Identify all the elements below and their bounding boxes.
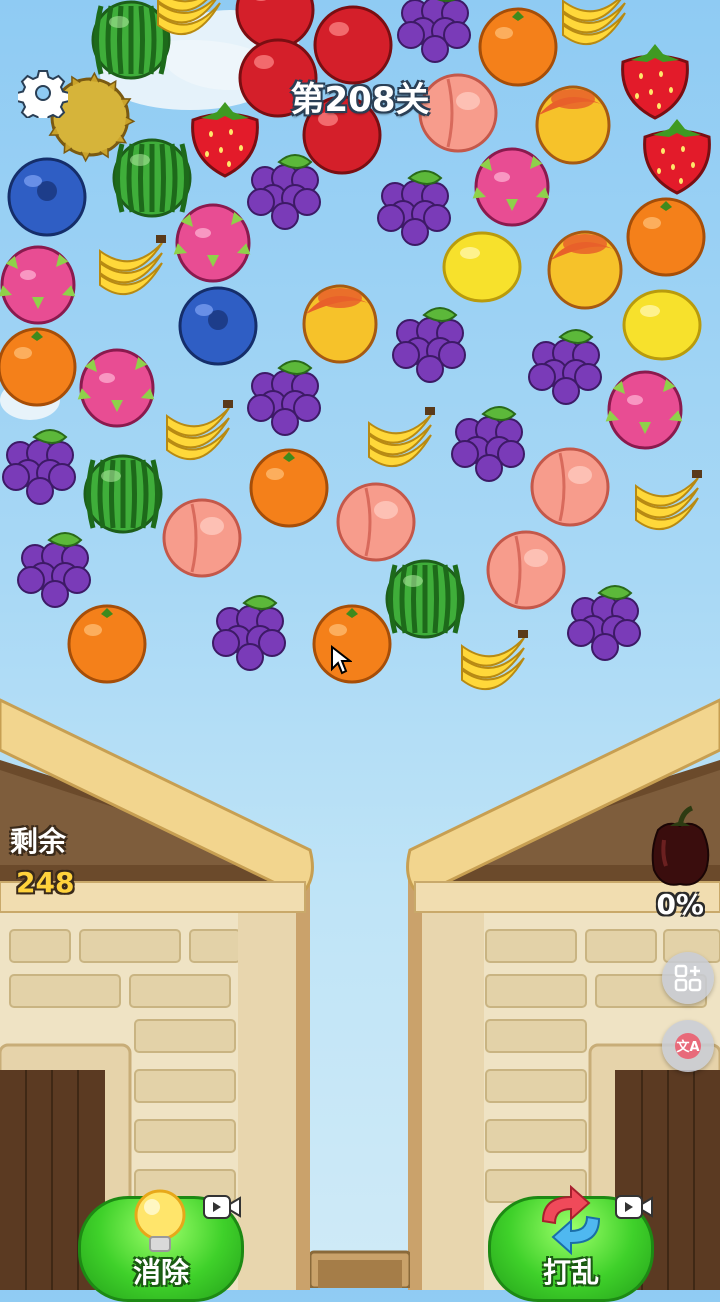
grape-tile[interactable] bbox=[451, 406, 525, 482]
grid-plus-icon bbox=[674, 964, 702, 992]
dragonfruit-tile[interactable] bbox=[0, 245, 76, 325]
collection-tray bbox=[310, 1250, 410, 1288]
translate-button[interactable]: 文A bbox=[662, 1020, 714, 1072]
video-camera-icon[interactable] bbox=[202, 1192, 242, 1222]
orange-tile[interactable] bbox=[312, 604, 392, 684]
progress-percent: 0% bbox=[656, 888, 704, 921]
banana-tile[interactable] bbox=[157, 0, 224, 35]
eliminate-label: 消除 bbox=[132, 1256, 189, 1289]
peach-tile[interactable] bbox=[486, 530, 566, 610]
dragonfruit-tile[interactable] bbox=[77, 348, 155, 428]
banana-tile[interactable] bbox=[166, 400, 233, 460]
banana-tile[interactable] bbox=[99, 235, 166, 295]
blueberry-tile[interactable] bbox=[178, 286, 258, 366]
mango-tile[interactable] bbox=[302, 284, 378, 364]
watermelon-tile[interactable] bbox=[112, 138, 192, 218]
peach-tile[interactable] bbox=[162, 498, 242, 578]
refresh-arrows-icon bbox=[541, 1185, 601, 1255]
dragonfruit-tile[interactable] bbox=[173, 203, 251, 283]
orange-tile[interactable] bbox=[0, 327, 77, 407]
shuffle-label: 打乱 bbox=[542, 1256, 599, 1289]
banana-tile[interactable] bbox=[562, 0, 629, 45]
banana-tile[interactable] bbox=[461, 630, 528, 690]
watermelon-tile[interactable] bbox=[83, 454, 163, 534]
watermelon-tile[interactable] bbox=[385, 559, 465, 639]
orange-tile[interactable] bbox=[67, 604, 147, 684]
video-camera-icon[interactable] bbox=[614, 1192, 654, 1222]
grape-tile[interactable] bbox=[17, 532, 91, 608]
svg-text:文A: 文A bbox=[676, 1039, 699, 1055]
translate-icon: 文A bbox=[675, 1033, 701, 1059]
dragonfruit-tile[interactable] bbox=[605, 370, 683, 450]
grape-tile[interactable] bbox=[247, 360, 321, 436]
strawberry-tile[interactable] bbox=[643, 119, 711, 195]
remaining-count: 248 bbox=[16, 866, 75, 899]
peach-tile[interactable] bbox=[530, 447, 610, 527]
mango-tile[interactable] bbox=[547, 230, 623, 310]
grape-tile[interactable] bbox=[2, 429, 76, 505]
level-title: 第208关 bbox=[290, 80, 430, 120]
remaining-label: 剩余 bbox=[10, 825, 67, 858]
settings-button[interactable] bbox=[16, 68, 70, 124]
grape-tile[interactable] bbox=[392, 307, 466, 383]
banana-tile[interactable] bbox=[635, 470, 702, 530]
lemon-tile[interactable] bbox=[442, 231, 522, 303]
dragonfruit-tile[interactable] bbox=[472, 147, 550, 227]
lemon-tile[interactable] bbox=[622, 289, 702, 361]
grape-tile[interactable] bbox=[397, 0, 471, 63]
mouse-cursor-icon bbox=[331, 645, 352, 675]
blueberry-tile[interactable] bbox=[7, 157, 87, 237]
grape-tile[interactable] bbox=[567, 585, 641, 661]
grape-tile[interactable] bbox=[247, 154, 321, 230]
peach-tile[interactable] bbox=[336, 482, 416, 562]
grape-tile[interactable] bbox=[377, 170, 451, 246]
lightbulb-icon bbox=[134, 1189, 186, 1252]
grape-tile[interactable] bbox=[212, 595, 286, 671]
bell-pepper-icon bbox=[651, 805, 710, 886]
grape-tile[interactable] bbox=[528, 329, 602, 405]
grid-tool-button[interactable] bbox=[662, 952, 714, 1004]
banana-tile[interactable] bbox=[368, 407, 435, 467]
orange-tile[interactable] bbox=[626, 197, 706, 277]
gear-icon bbox=[16, 70, 70, 124]
orange-tile[interactable] bbox=[249, 448, 329, 528]
